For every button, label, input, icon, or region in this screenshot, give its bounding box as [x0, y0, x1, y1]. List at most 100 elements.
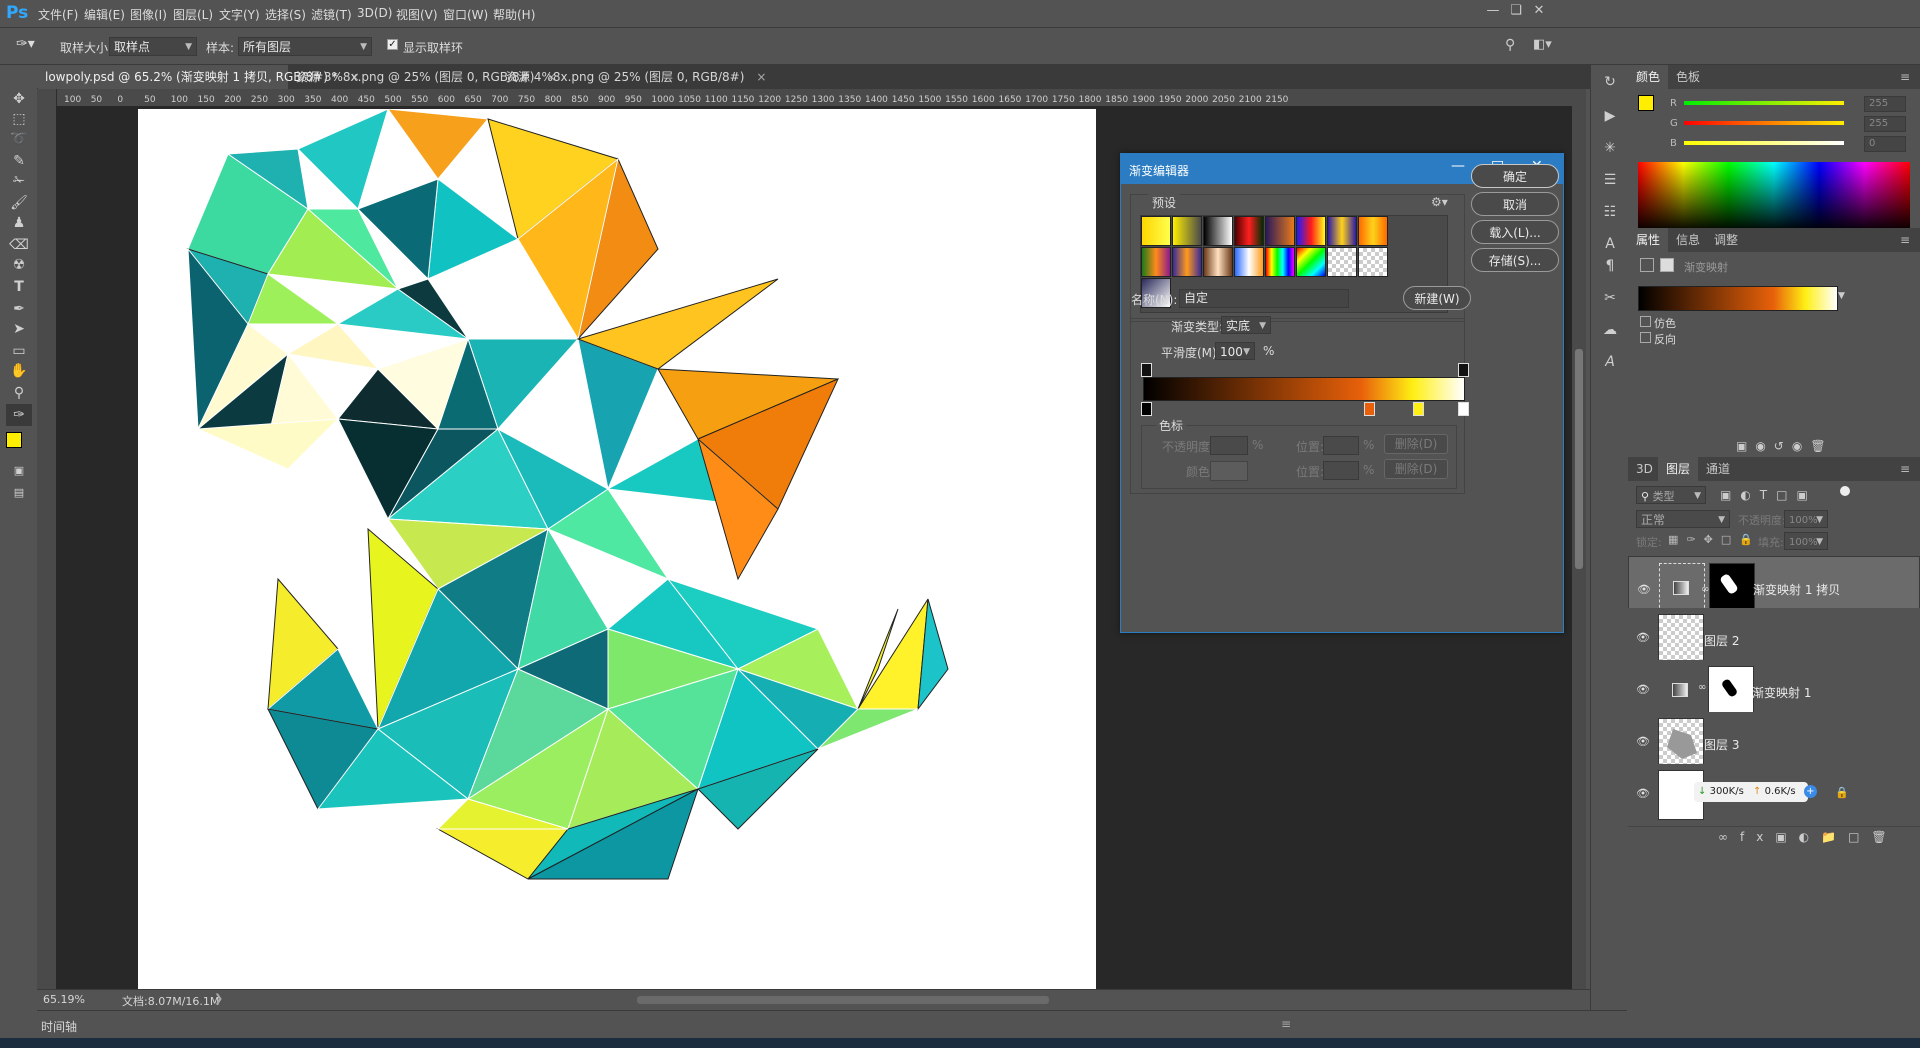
layer-name[interactable]: 渐变映射 1: [1752, 684, 1811, 701]
paragraph-style-icon[interactable]: ☷: [1598, 201, 1622, 223]
zoom-readout[interactable]: 65.19%: [43, 993, 85, 1006]
tab-lowpoly[interactable]: lowpoly.psd @ 65.2% (渐变映射 1 拷贝, RGB/8#) …: [37, 65, 360, 89]
workspace-icon[interactable]: ◧▾: [1533, 37, 1552, 52]
eyedropper-tool-icon[interactable]: ✑: [6, 404, 32, 426]
quick-select-icon[interactable]: ✎: [6, 150, 32, 172]
tab-adjustments[interactable]: 调整: [1706, 228, 1746, 252]
shape-tool-icon[interactable]: ▭: [6, 340, 32, 362]
properties-gradient-bar[interactable]: [1638, 286, 1838, 311]
layer-name[interactable]: 图层 2: [1704, 632, 1739, 649]
preset-swatch[interactable]: [1234, 216, 1264, 246]
preset-swatch[interactable]: [1327, 216, 1357, 246]
tool-presets-icon[interactable]: ✂: [1598, 287, 1622, 309]
reverse-checkbox[interactable]: [1640, 332, 1651, 343]
layers-menu-icon[interactable]: ≡: [1900, 462, 1910, 476]
history-icon[interactable]: ↻: [1598, 71, 1622, 93]
r-slider[interactable]: [1684, 101, 1844, 105]
crop-tool-icon[interactable]: ✁: [6, 170, 32, 192]
eye-icon[interactable]: 👁: [1636, 631, 1650, 645]
bucket-tool-icon[interactable]: ☢: [6, 254, 32, 276]
color-spectrum[interactable]: [1638, 162, 1910, 232]
cc-libraries-icon[interactable]: ☁: [1598, 319, 1622, 341]
color-stop-yellow[interactable]: [1413, 402, 1424, 416]
paragraph-icon[interactable]: ¶: [1598, 255, 1622, 277]
brush-tool-icon[interactable]: 🖌: [6, 192, 32, 214]
dither-checkbox[interactable]: [1640, 316, 1651, 327]
menu-edit[interactable]: 编辑(E): [84, 6, 125, 23]
preset-swatch[interactable]: [1234, 247, 1264, 277]
tab-properties[interactable]: 属性: [1628, 228, 1669, 252]
move-tool-icon[interactable]: ✥: [6, 88, 32, 110]
ok-button[interactable]: 确定: [1471, 164, 1559, 188]
foreground-color-swatch[interactable]: [6, 432, 22, 448]
menu-layer[interactable]: 图层(L): [173, 6, 213, 23]
screen-mode-icon[interactable]: ▤: [6, 482, 32, 504]
color-stop-orange[interactable]: [1364, 402, 1375, 416]
layer-row[interactable]: 👁 ↓ 300K/s ↑ 0.6K/s + 🔒: [1628, 764, 1920, 827]
eye-icon[interactable]: 👁: [1637, 580, 1651, 596]
tab-channels[interactable]: 通道: [1698, 457, 1738, 481]
layer-opacity-input[interactable]: 100% ▼: [1784, 510, 1828, 528]
layer-name[interactable]: 图层 3: [1704, 736, 1739, 753]
search-icon[interactable]: ⚲: [1505, 37, 1515, 53]
quickmask-icon[interactable]: ▣: [6, 460, 32, 482]
opacity-stop-left[interactable]: [1141, 363, 1152, 377]
stamp-tool-icon[interactable]: ♟: [6, 212, 32, 234]
eyedropper-icon[interactable]: ✑▾: [16, 36, 35, 52]
eraser-tool-icon[interactable]: ⌫: [6, 234, 32, 256]
new-button[interactable]: 新建(W): [1403, 286, 1471, 310]
horizontal-scroll-thumb[interactable]: [637, 996, 1049, 1004]
brush-preset-icon[interactable]: ✳: [1598, 137, 1622, 159]
layers-footer-icons[interactable]: ∞fx▣◐📁□🗑: [1718, 830, 1899, 844]
sample-select[interactable]: 所有图层 ▼: [238, 37, 372, 56]
preset-swatch[interactable]: [1327, 247, 1357, 277]
layer-mask-thumb[interactable]: [1708, 666, 1754, 716]
tab-swatches[interactable]: 色板: [1668, 65, 1708, 89]
presets-gear-icon[interactable]: ⚙▾: [1431, 195, 1448, 209]
actions-icon[interactable]: ▶: [1598, 105, 1622, 127]
preset-swatch[interactable]: [1141, 216, 1171, 246]
tab-resource-3[interactable]: 资源 3%8x.png @ 25% (图层 0, RGB/8#) ×: [288, 65, 556, 89]
vertical-scrollbar[interactable]: [1572, 89, 1586, 989]
tab-layers[interactable]: 图层: [1658, 457, 1699, 481]
tab-color[interactable]: 颜色: [1628, 65, 1669, 89]
tab-3d[interactable]: 3D: [1628, 457, 1661, 481]
load-button[interactable]: 载入(L)...: [1471, 220, 1559, 244]
b-input[interactable]: 0: [1864, 136, 1906, 152]
g-input[interactable]: 255: [1864, 116, 1906, 132]
menu-image[interactable]: 图像(I): [130, 6, 167, 23]
preset-swatch[interactable]: [1141, 247, 1171, 277]
preset-swatch[interactable]: [1203, 216, 1233, 246]
name-input[interactable]: 自定: [1179, 289, 1349, 308]
menu-help[interactable]: 帮助(H): [493, 6, 535, 23]
show-ring-checkbox[interactable]: ✓: [387, 39, 398, 50]
adjust-icon[interactable]: ☰: [1598, 169, 1622, 191]
gradient-preview-bar[interactable]: [1143, 377, 1465, 401]
menu-filter[interactable]: 滤镜(T): [311, 6, 352, 23]
menu-3d[interactable]: 3D(D): [357, 6, 392, 20]
mask-icon[interactable]: [1660, 258, 1674, 272]
close-icon[interactable]: ✕: [1528, 2, 1550, 20]
layer-filter-icons[interactable]: ▣◐T□▣: [1720, 488, 1817, 502]
menu-select[interactable]: 选择(S): [265, 6, 306, 23]
preset-swatch[interactable]: [1265, 247, 1295, 277]
minimize-icon[interactable]: —: [1482, 2, 1504, 20]
layer-name[interactable]: 渐变映射 1 拷贝: [1753, 581, 1840, 600]
character-icon[interactable]: A: [1598, 233, 1622, 255]
fg-color-chip[interactable]: [1638, 95, 1654, 111]
color-panel-menu-icon[interactable]: ≡: [1900, 70, 1910, 84]
preset-swatch[interactable]: [1203, 247, 1233, 277]
lock-icons[interactable]: ▦✑✥□🔒: [1668, 533, 1761, 546]
preset-swatch[interactable]: [1172, 216, 1202, 246]
marquee-tool-icon[interactable]: ⬚: [6, 108, 32, 130]
tab-info[interactable]: 信息: [1668, 228, 1708, 252]
opacity-stop-right[interactable]: [1458, 363, 1469, 377]
zoom-tool-icon[interactable]: ⚲: [6, 382, 32, 404]
path-select-icon[interactable]: ➤: [6, 318, 32, 340]
g-slider[interactable]: [1684, 121, 1844, 125]
menu-type[interactable]: 文字(Y): [219, 6, 260, 23]
panel-menu-icon[interactable]: ≡: [1281, 1017, 1291, 1031]
r-input[interactable]: 255: [1864, 96, 1906, 112]
tab-resource-4[interactable]: 资源 4%8x.png @ 25% (图层 0, RGB/8#) ×: [498, 65, 766, 89]
filter-toggle-icon[interactable]: [1840, 486, 1850, 496]
